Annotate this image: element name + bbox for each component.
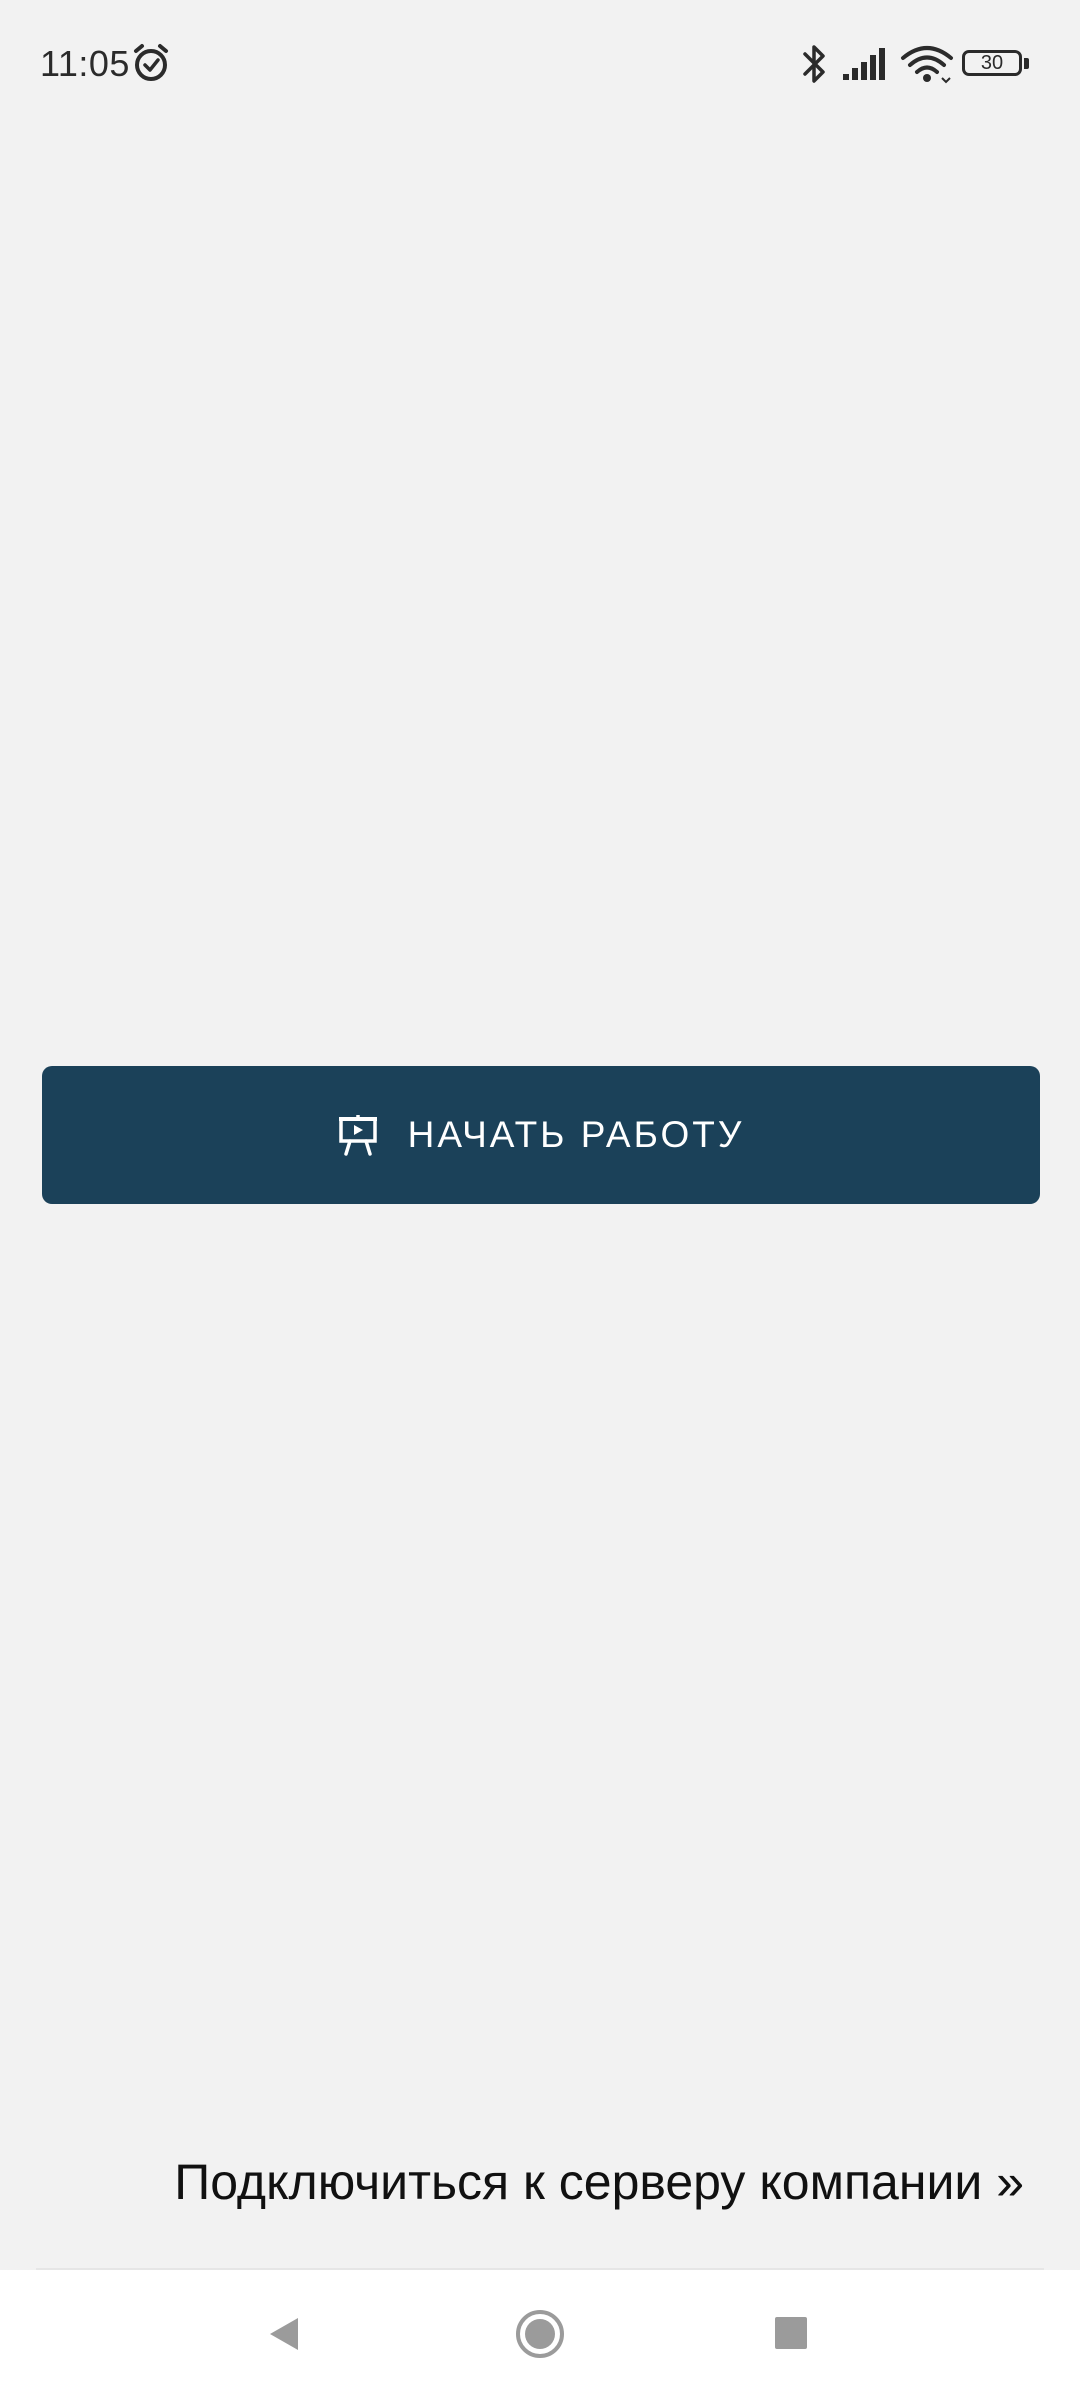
- status-bar: 11:05 30: [0, 0, 1080, 128]
- start-work-button[interactable]: НАЧАТЬ РАБОТУ: [42, 1066, 1040, 1204]
- start-work-label: НАЧАТЬ РАБОТУ: [407, 1114, 745, 1155]
- signal-icon: [843, 48, 885, 80]
- battery-icon: 30: [962, 50, 1032, 80]
- battery-cap: [1024, 58, 1029, 69]
- bluetooth-icon: [803, 45, 825, 83]
- recents-icon[interactable]: [774, 2316, 808, 2350]
- status-time: 11:05: [40, 43, 130, 84]
- battery-level: 30: [962, 50, 1022, 76]
- wifi-icon: [901, 46, 953, 84]
- connect-company-server-link[interactable]: Подключиться к серверу компании »: [174, 2152, 1024, 2212]
- home-icon[interactable]: [514, 2308, 566, 2360]
- alarm-icon: [134, 44, 168, 81]
- back-icon[interactable]: [264, 2314, 304, 2354]
- presentation-icon: [338, 1115, 377, 1156]
